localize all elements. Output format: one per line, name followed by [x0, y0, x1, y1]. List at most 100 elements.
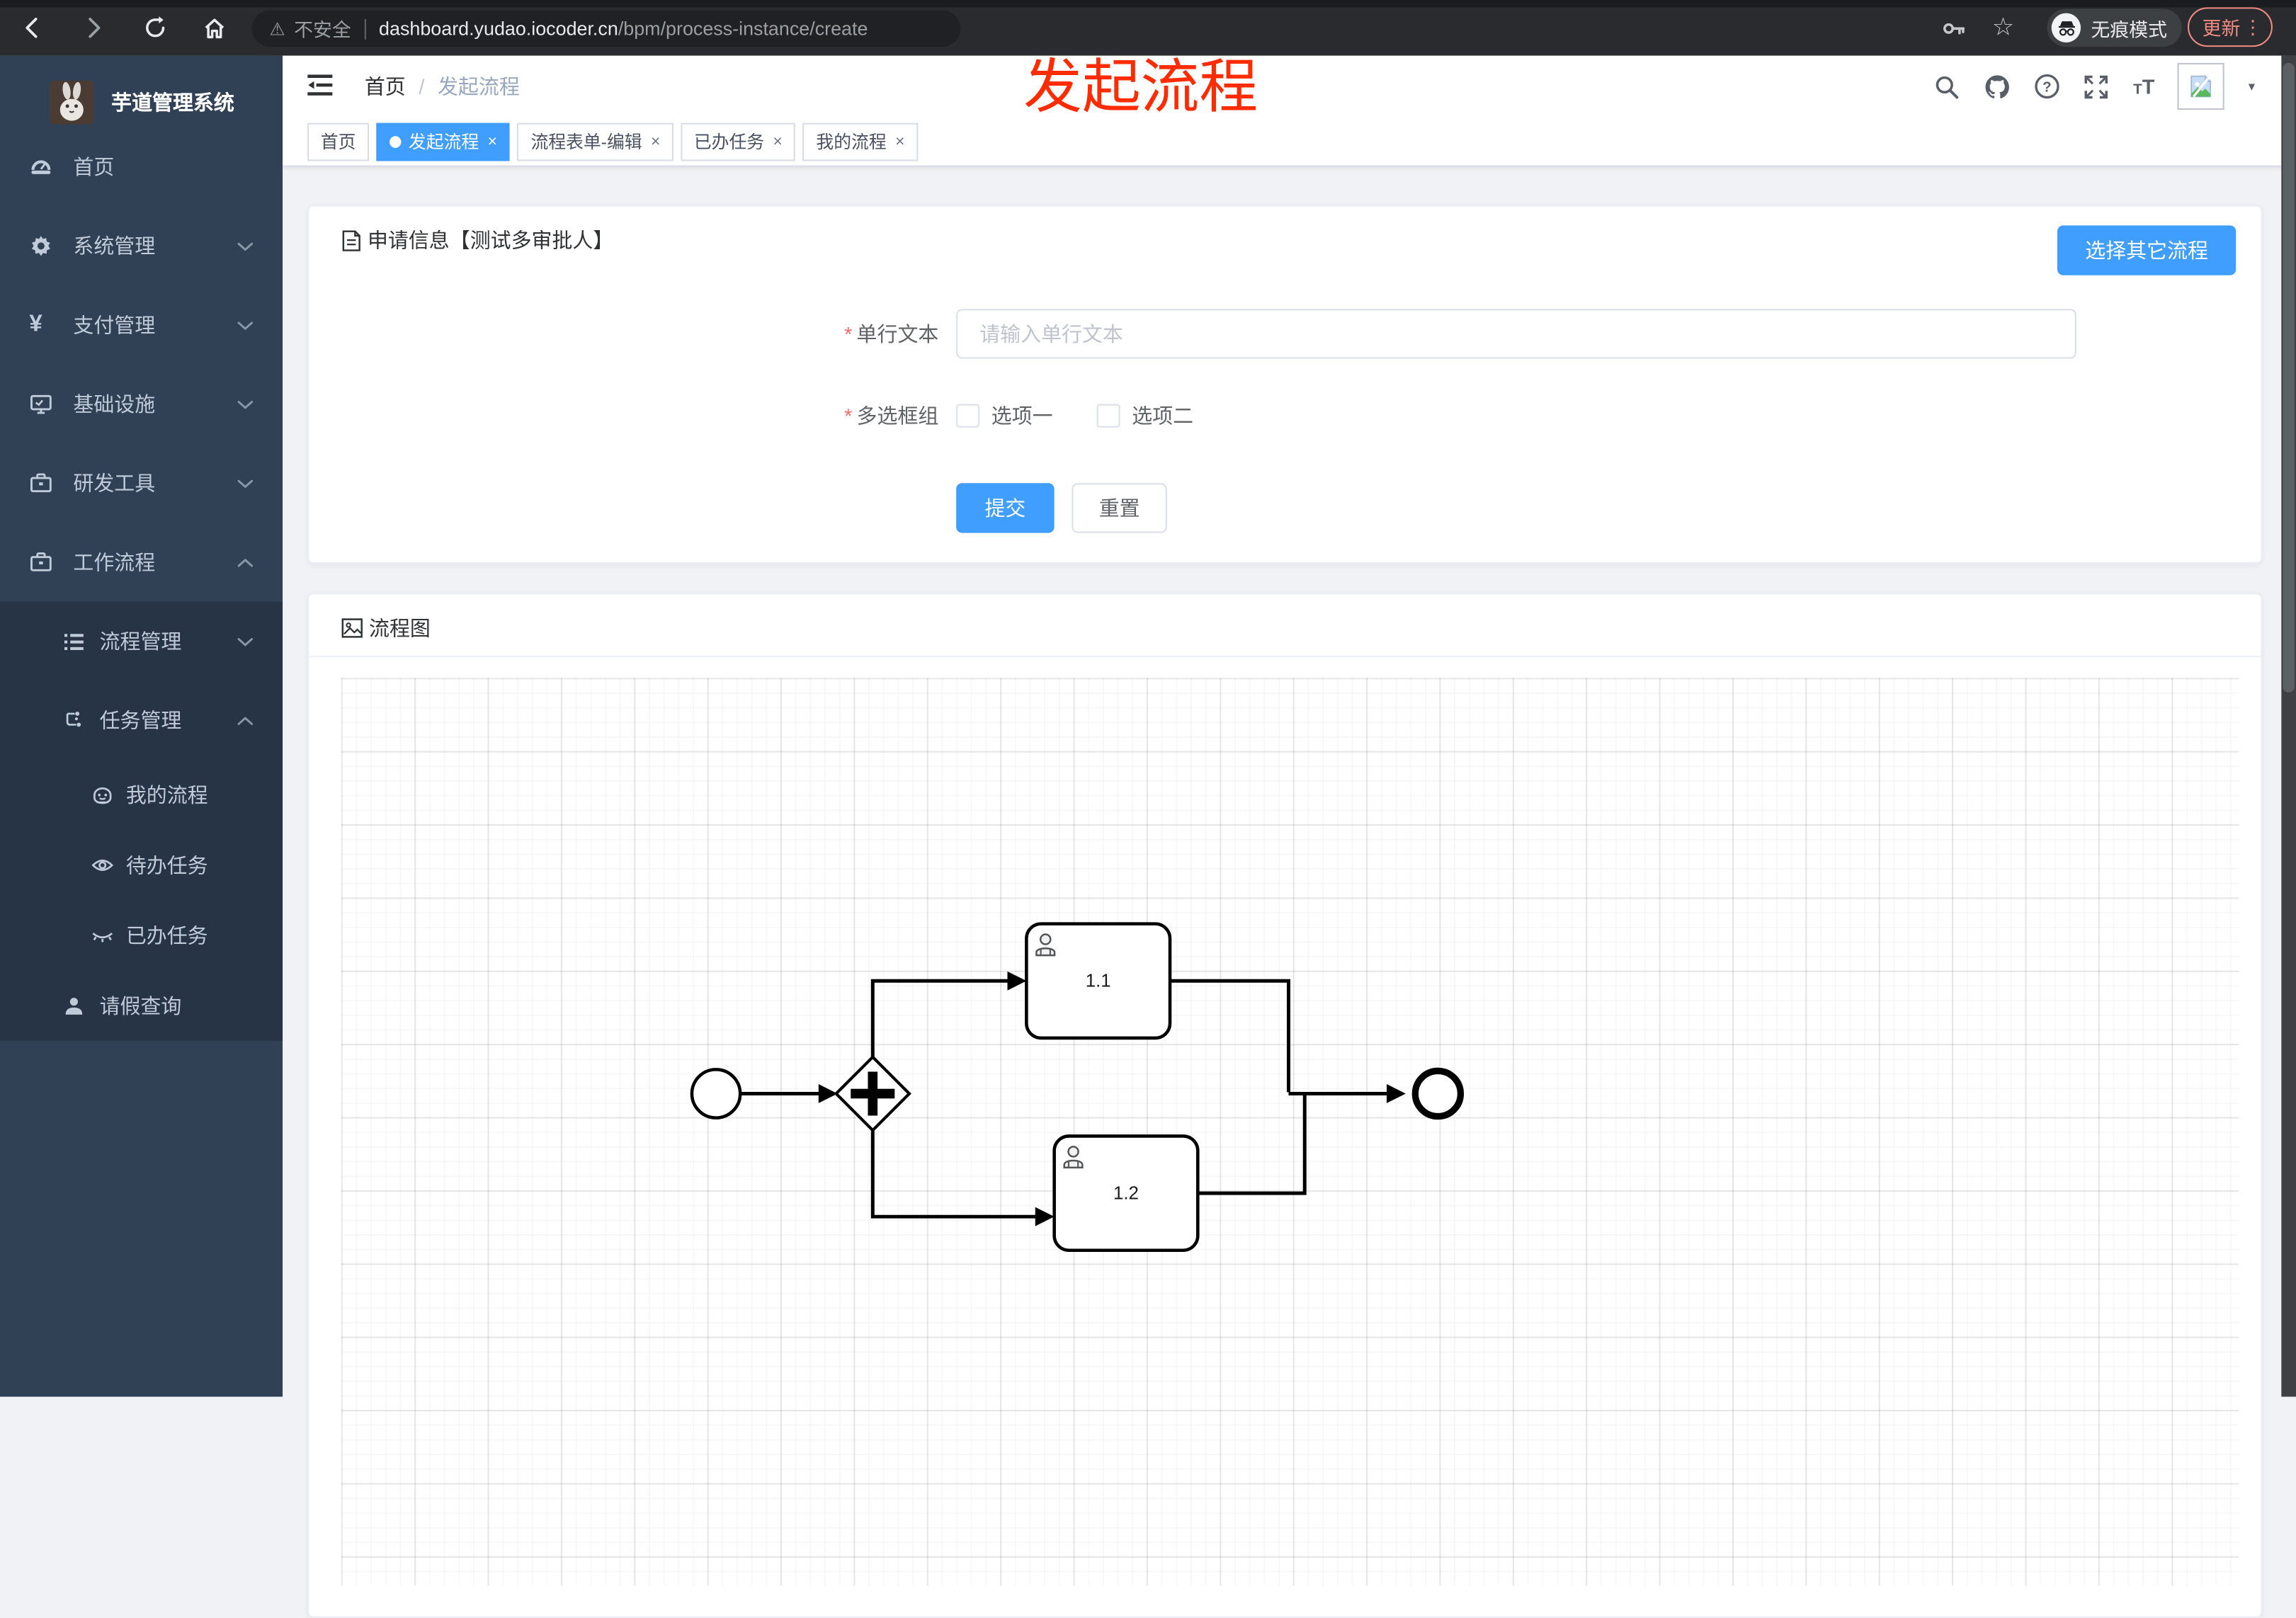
- close-icon[interactable]: ×: [773, 132, 783, 150]
- tab-label: 首页: [320, 132, 356, 153]
- font-size-icon[interactable]: TT: [2133, 74, 2154, 98]
- bpmn-parallel-gateway[interactable]: [834, 1054, 911, 1133]
- apply-info-card: 申请信息【测试多审批人】 选择其它流程 *单行文本 *多选框组 选项一 选项二: [307, 205, 2263, 564]
- sidebar-item-process-mgmt[interactable]: 流程管理: [0, 602, 283, 681]
- tab-my-process[interactable]: 我的流程 ×: [802, 122, 918, 161]
- field-label-text-input: * 单行文本: [844, 321, 939, 346]
- reset-button[interactable]: 重置: [1072, 483, 1167, 533]
- sidebar-item-workflow[interactable]: 工作流程: [0, 523, 283, 602]
- update-button[interactable]: 更新 ⋮: [2187, 7, 2273, 47]
- update-label: 更新: [2202, 17, 2241, 40]
- sidebar-item-leave-query[interactable]: 请假查询: [0, 971, 283, 1041]
- url-path: /bpm/process-instance/create: [618, 17, 868, 40]
- sidebar-item-payment[interactable]: ¥ 支付管理: [0, 285, 283, 365]
- url-domain: dashboard.yudao.iocoder.cn: [379, 17, 618, 40]
- fullscreen-icon[interactable]: [2084, 73, 2110, 99]
- required-asterisk: *: [844, 321, 853, 346]
- yen-icon: ¥: [29, 312, 42, 337]
- flow-gateway-to-task1: [870, 979, 1009, 1057]
- logo-avatar: [50, 80, 94, 125]
- close-icon[interactable]: ×: [895, 132, 904, 150]
- sidebar-item-label: 系统管理: [73, 234, 156, 258]
- forward-icon[interactable]: [76, 10, 112, 45]
- checkbox-option-2[interactable]: 选项二: [1096, 401, 1193, 431]
- document-icon: [342, 229, 360, 251]
- bpmn-user-task-1-1[interactable]: 1.1: [1025, 922, 1172, 1040]
- robot-face-icon: [93, 787, 112, 804]
- home-icon[interactable]: [196, 10, 232, 45]
- incognito-label: 无痕模式: [2091, 18, 2168, 40]
- sidebar-item-todo-tasks[interactable]: 待办任务: [0, 830, 283, 900]
- sidebar-item-label: 待办任务: [125, 853, 208, 877]
- bpmn-user-task-1-2[interactable]: 1.2: [1052, 1134, 1200, 1253]
- sidebar-collapse-icon[interactable]: [307, 73, 334, 105]
- breadcrumb-home[interactable]: 首页: [365, 72, 406, 101]
- sidebar-item-infra[interactable]: 基础设施: [0, 365, 283, 444]
- checkbox-icon[interactable]: [956, 404, 980, 428]
- help-icon[interactable]: ?: [2033, 73, 2059, 99]
- security-label[interactable]: 不安全: [294, 15, 351, 42]
- task-label: 1.2: [1113, 1183, 1139, 1203]
- breadcrumb-separator: /: [419, 74, 425, 98]
- scrollbar-thumb[interactable]: [2283, 62, 2295, 693]
- bpmn-start-event[interactable]: [690, 1068, 742, 1120]
- sidebar-item-label: 我的流程: [125, 783, 208, 807]
- page: ⚠ 不安全 dashboard.yudao.iocoder.cn/bpm/pro…: [0, 0, 2296, 1618]
- flow-diagram-card: 流程图 1.1 1.2: [307, 593, 2263, 1618]
- broken-image-icon: [2191, 74, 2213, 98]
- arrowhead: [1007, 971, 1027, 991]
- sidebar-item-label: 流程管理: [99, 629, 182, 654]
- sidebar-item-my-process[interactable]: 我的流程: [0, 760, 283, 830]
- sidebar-item-label: 支付管理: [73, 313, 156, 337]
- main-content: 申请信息【测试多审批人】 选择其它流程 *单行文本 *多选框组 选项一 选项二: [283, 166, 2296, 1618]
- sidebar-logo[interactable]: 芋道管理系统: [0, 70, 283, 135]
- bookmark-star-icon[interactable]: ☆: [1986, 10, 2021, 45]
- tab-form-edit[interactable]: 流程表单-编辑 ×: [517, 122, 674, 161]
- picture-icon: [341, 618, 363, 638]
- monitor-icon: [30, 394, 52, 414]
- tab-home[interactable]: 首页: [307, 122, 370, 161]
- close-icon[interactable]: ×: [488, 132, 497, 150]
- sidebar-item-home[interactable]: 首页: [0, 127, 283, 207]
- avatar-caret-icon[interactable]: ▾: [2249, 79, 2255, 95]
- bpmn-end-event[interactable]: [1411, 1067, 1465, 1120]
- checkbox-icon[interactable]: [1096, 404, 1120, 428]
- field-label-checkbox-group: * 多选框组: [844, 404, 939, 428]
- flow-task2-to-merge: [1198, 1095, 1307, 1195]
- tab-label: 我的流程: [816, 132, 887, 153]
- page-scrollbar[interactable]: [2281, 55, 2296, 1397]
- search-icon[interactable]: [1934, 73, 1960, 99]
- sidebar: 芋道管理系统 首页 系统管理 ¥ 支付管理 基础设施 研发工具 工作流程 流程管…: [0, 55, 283, 1397]
- bpmn-canvas[interactable]: 1.1 1.2: [341, 678, 2239, 1586]
- github-icon[interactable]: [1984, 73, 2010, 99]
- submit-button[interactable]: 提交: [956, 483, 1055, 533]
- eye-closed-icon: [92, 933, 113, 942]
- tab-done-tasks[interactable]: 已办任务 ×: [681, 122, 796, 161]
- workflow-submenu: 流程管理 任务管理 我的流程 待办任务 已办任务 请假查询: [0, 601, 283, 1042]
- key-icon[interactable]: [1936, 10, 1971, 45]
- sidebar-item-done-tasks[interactable]: 已办任务: [0, 901, 283, 971]
- eye-open-icon: [91, 859, 114, 872]
- sidebar-item-devtools[interactable]: 研发工具: [0, 443, 283, 523]
- svg-text:?: ?: [2042, 79, 2052, 95]
- sidebar-item-label: 首页: [73, 155, 115, 179]
- sidebar-item-task-mgmt[interactable]: 任务管理: [0, 680, 283, 760]
- choose-other-process-button[interactable]: 选择其它流程: [2057, 225, 2237, 275]
- close-icon[interactable]: ×: [651, 132, 660, 150]
- reload-icon[interactable]: [137, 10, 173, 45]
- tab-start-process[interactable]: 发起流程 ×: [376, 122, 511, 161]
- back-icon[interactable]: [15, 10, 50, 45]
- dashboard-icon: [31, 160, 51, 174]
- sidebar-item-system[interactable]: 系统管理: [0, 207, 283, 286]
- address-bar[interactable]: ⚠ 不安全 dashboard.yudao.iocoder.cn/bpm/pro…: [251, 10, 961, 47]
- user-avatar[interactable]: [2178, 62, 2225, 110]
- single-line-text-input[interactable]: [956, 309, 2076, 359]
- checkbox-option-1[interactable]: 选项一: [956, 401, 1053, 431]
- sidebar-item-label: 工作流程: [73, 550, 156, 574]
- chevron-down-icon: [237, 637, 254, 646]
- toolbox-icon: [30, 552, 52, 571]
- chevron-down-icon: [237, 321, 254, 330]
- breadcrumb: 首页 / 发起流程: [365, 56, 520, 118]
- toolbox-icon: [30, 473, 52, 493]
- browser-menu-icon[interactable]: ⋮: [2244, 16, 2263, 39]
